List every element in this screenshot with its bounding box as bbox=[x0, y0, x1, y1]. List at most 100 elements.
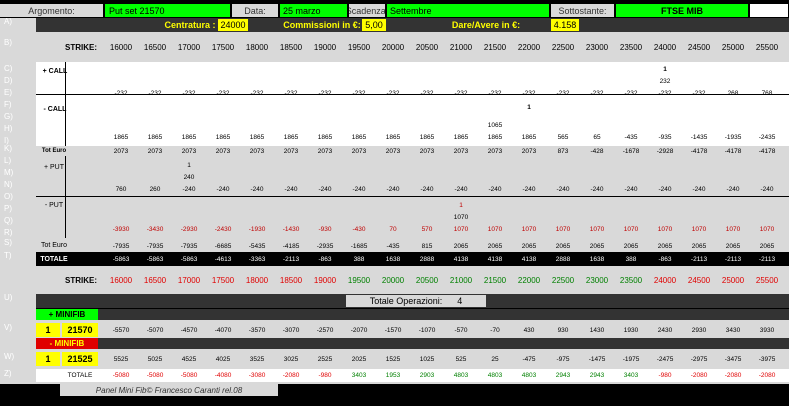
commissioni-field[interactable]: 5,00 bbox=[362, 19, 386, 31]
strike-bottom: 21000 bbox=[449, 275, 473, 285]
tot-euro-value: -7935 bbox=[180, 242, 198, 250]
tot-euro-value: -2935 bbox=[316, 242, 334, 250]
call-minus-value: 1865 bbox=[317, 133, 333, 141]
call-plus-value: -232 bbox=[216, 89, 230, 97]
row-letter: O) bbox=[4, 192, 13, 201]
row-letter: W) bbox=[4, 352, 15, 361]
minifib-w-value: 5525 bbox=[113, 355, 129, 363]
totale-operazioni-value: 4 bbox=[457, 296, 463, 306]
minifib-w-value: -2475 bbox=[656, 355, 674, 363]
totale-value: -2113 bbox=[282, 255, 300, 263]
call-total-value: -1678 bbox=[622, 147, 640, 155]
minifib-w-value: 2525 bbox=[317, 355, 333, 363]
strike-bottom: 21500 bbox=[483, 275, 507, 285]
minifib-v-value: -2570 bbox=[316, 326, 334, 334]
minifib-v-value: -5570 bbox=[112, 326, 130, 334]
strike-bottom: 25500 bbox=[755, 275, 779, 285]
footer-bar bbox=[280, 384, 789, 396]
call-plus-value: -232 bbox=[488, 89, 502, 97]
put-plus-value: -240 bbox=[386, 185, 400, 193]
strike-top: 18000 bbox=[245, 42, 269, 52]
totale-bottom-value: -2080 bbox=[758, 372, 776, 379]
call-minus-value: 65 bbox=[593, 133, 601, 141]
call-plus-value: -232 bbox=[284, 89, 298, 97]
put-minus-value: 70 bbox=[389, 225, 397, 233]
call-plus-label: + CALL bbox=[42, 67, 68, 75]
tot-euro-value: -1685 bbox=[350, 242, 368, 250]
data-field[interactable]: 25 marzo bbox=[280, 4, 347, 17]
row-letter: G) bbox=[4, 112, 13, 121]
put-plus-value: -240 bbox=[182, 185, 196, 193]
call-plus-value: -232 bbox=[386, 89, 400, 97]
minifib-v-qty[interactable]: 1 bbox=[36, 323, 60, 337]
minifib-w-value: 1525 bbox=[385, 355, 401, 363]
totale-value: -3363 bbox=[248, 255, 266, 263]
centratura-field[interactable]: 24000 bbox=[218, 19, 248, 31]
totale-value: -2113 bbox=[758, 255, 776, 263]
call-minus-value: -1935 bbox=[724, 133, 742, 141]
minifib-v-value: -2070 bbox=[350, 326, 368, 334]
call-minus-value: 1865 bbox=[113, 133, 129, 141]
tot-euro-value: 2065 bbox=[725, 242, 741, 250]
totale-label: TOTALE bbox=[40, 255, 68, 263]
minifib-v-value: 2430 bbox=[657, 326, 673, 334]
strike-bottom: 16000 bbox=[109, 275, 133, 285]
call-minus-label: - CALL bbox=[43, 105, 67, 113]
call-plus-value: -232 bbox=[658, 89, 672, 97]
minifib-v-value: 1430 bbox=[589, 326, 605, 334]
minifib-v-value: 3430 bbox=[725, 326, 741, 334]
put-minus-value: 1070 bbox=[759, 225, 775, 233]
call-plus-value: -232 bbox=[624, 89, 638, 97]
minifib-w-value: 3525 bbox=[249, 355, 265, 363]
minifib-minus-bar bbox=[98, 338, 789, 349]
tot-euro-value: 2065 bbox=[589, 242, 605, 250]
strike-bottom: 23500 bbox=[619, 275, 643, 285]
totale-operazioni-box: Totale Operazioni: 4 bbox=[346, 295, 486, 307]
call-minus-value: 1865 bbox=[351, 133, 367, 141]
strike-label-bottom: STRIKE: bbox=[65, 275, 97, 285]
strike-top: 17500 bbox=[211, 42, 235, 52]
call-total-value: 2073 bbox=[487, 147, 503, 155]
call-total-value: 2073 bbox=[317, 147, 333, 155]
row-letter: R) bbox=[4, 228, 13, 237]
totale-bottom-value: -3080 bbox=[248, 372, 266, 379]
put-plus-value: -240 bbox=[726, 185, 740, 193]
scadenza-field[interactable]: Settembre bbox=[387, 4, 549, 17]
call-total-value: 2073 bbox=[351, 147, 367, 155]
strike-top: 17000 bbox=[177, 42, 201, 52]
row-letter: H) bbox=[4, 124, 13, 133]
dare-avere-field[interactable]: 4.158 bbox=[551, 19, 579, 31]
minifib-w-value: 525 bbox=[455, 355, 467, 363]
totale-value: -4613 bbox=[214, 255, 232, 263]
dare-avere-label: Dare/Avere in €: bbox=[451, 20, 521, 30]
totale-bottom-value: 4803 bbox=[521, 372, 537, 379]
strike-top: 25500 bbox=[755, 42, 779, 52]
put-minus-value: 1070 bbox=[453, 225, 469, 233]
minifib-v-value: 3930 bbox=[759, 326, 775, 334]
sottostante-label: Sottostante: bbox=[551, 4, 614, 17]
put-plus-value: -240 bbox=[250, 185, 264, 193]
call-minus-value: 1865 bbox=[453, 133, 469, 141]
sottostante-field[interactable]: FTSE MIB bbox=[616, 4, 748, 17]
put-plus-value: -240 bbox=[216, 185, 230, 193]
strike-top: 24500 bbox=[687, 42, 711, 52]
call-plus-value: -232 bbox=[148, 89, 162, 97]
put-plus-price: 240 bbox=[183, 173, 195, 181]
put-minus-value: 1070 bbox=[691, 225, 707, 233]
minifib-v-price[interactable]: 21570 bbox=[62, 323, 98, 337]
minifib-w-qty[interactable]: 1 bbox=[36, 352, 60, 366]
strike-bottom: 17000 bbox=[177, 275, 201, 285]
argomento-field[interactable]: Put set 21570 bbox=[105, 4, 230, 17]
strike-top: 20500 bbox=[415, 42, 439, 52]
put-plus-value: 260 bbox=[149, 185, 161, 193]
strike-bottom: 19000 bbox=[313, 275, 337, 285]
minifib-w-price[interactable]: 21525 bbox=[62, 352, 98, 366]
strike-top: 23000 bbox=[585, 42, 609, 52]
call-minus-value: 1865 bbox=[181, 133, 197, 141]
row-letter: C) bbox=[4, 64, 13, 73]
totale-value: 1638 bbox=[589, 255, 605, 263]
strike-bottom: 22000 bbox=[517, 275, 541, 285]
totale-value: -5863 bbox=[180, 255, 198, 263]
row-letter: Q) bbox=[4, 216, 13, 225]
put-plus-value: -240 bbox=[488, 185, 502, 193]
